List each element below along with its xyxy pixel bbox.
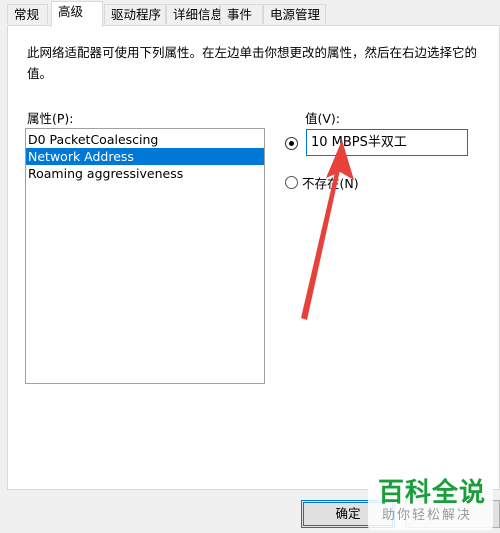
tab-details[interactable]: 详细信息	[166, 4, 224, 24]
tab-label: 详细信息	[173, 7, 224, 22]
tab-label: 电源管理	[270, 7, 321, 22]
list-item[interactable]: D0 PacketCoalescing	[26, 131, 264, 148]
not-present-label: 不存在(N)	[302, 176, 359, 191]
tab-label: 常规	[14, 7, 40, 22]
property-listbox[interactable]: D0 PacketCoalescing Network Address Roam…	[25, 128, 265, 384]
tab-label: 驱动程序	[111, 7, 162, 22]
value-input[interactable]: 10 MBPS半双工	[306, 129, 468, 156]
tab-events[interactable]: 事件	[220, 4, 263, 24]
tab-power-management[interactable]: 电源管理	[263, 4, 326, 24]
tab-bar: 常规 高级 驱动程序 详细信息 事件 电源管理	[0, 0, 500, 27]
list-item-selected[interactable]: Network Address	[26, 148, 264, 165]
value-label: 值(V):	[305, 111, 341, 126]
watermark-subtitle: 助你轻松解决	[382, 508, 473, 523]
watermark-logo: 百科全说 助你轻松解决	[368, 470, 493, 530]
list-item[interactable]: Roaming aggressiveness	[26, 165, 264, 182]
ok-button-label: 确定	[335, 506, 361, 521]
tab-advanced[interactable]: 高级	[51, 1, 103, 27]
tab-label: 事件	[227, 7, 253, 22]
value-radio[interactable]	[285, 137, 298, 150]
property-label: 属性(P):	[27, 111, 74, 126]
tab-driver[interactable]: 驱动程序	[104, 4, 166, 24]
tab-general[interactable]: 常规	[7, 4, 48, 24]
tab-label: 高级	[58, 4, 84, 19]
not-present-radio[interactable]	[285, 176, 298, 189]
description-text: 此网络适配器可使用下列属性。在左边单击你想更改的属性，然后在右边选择它的值。	[27, 45, 478, 81]
